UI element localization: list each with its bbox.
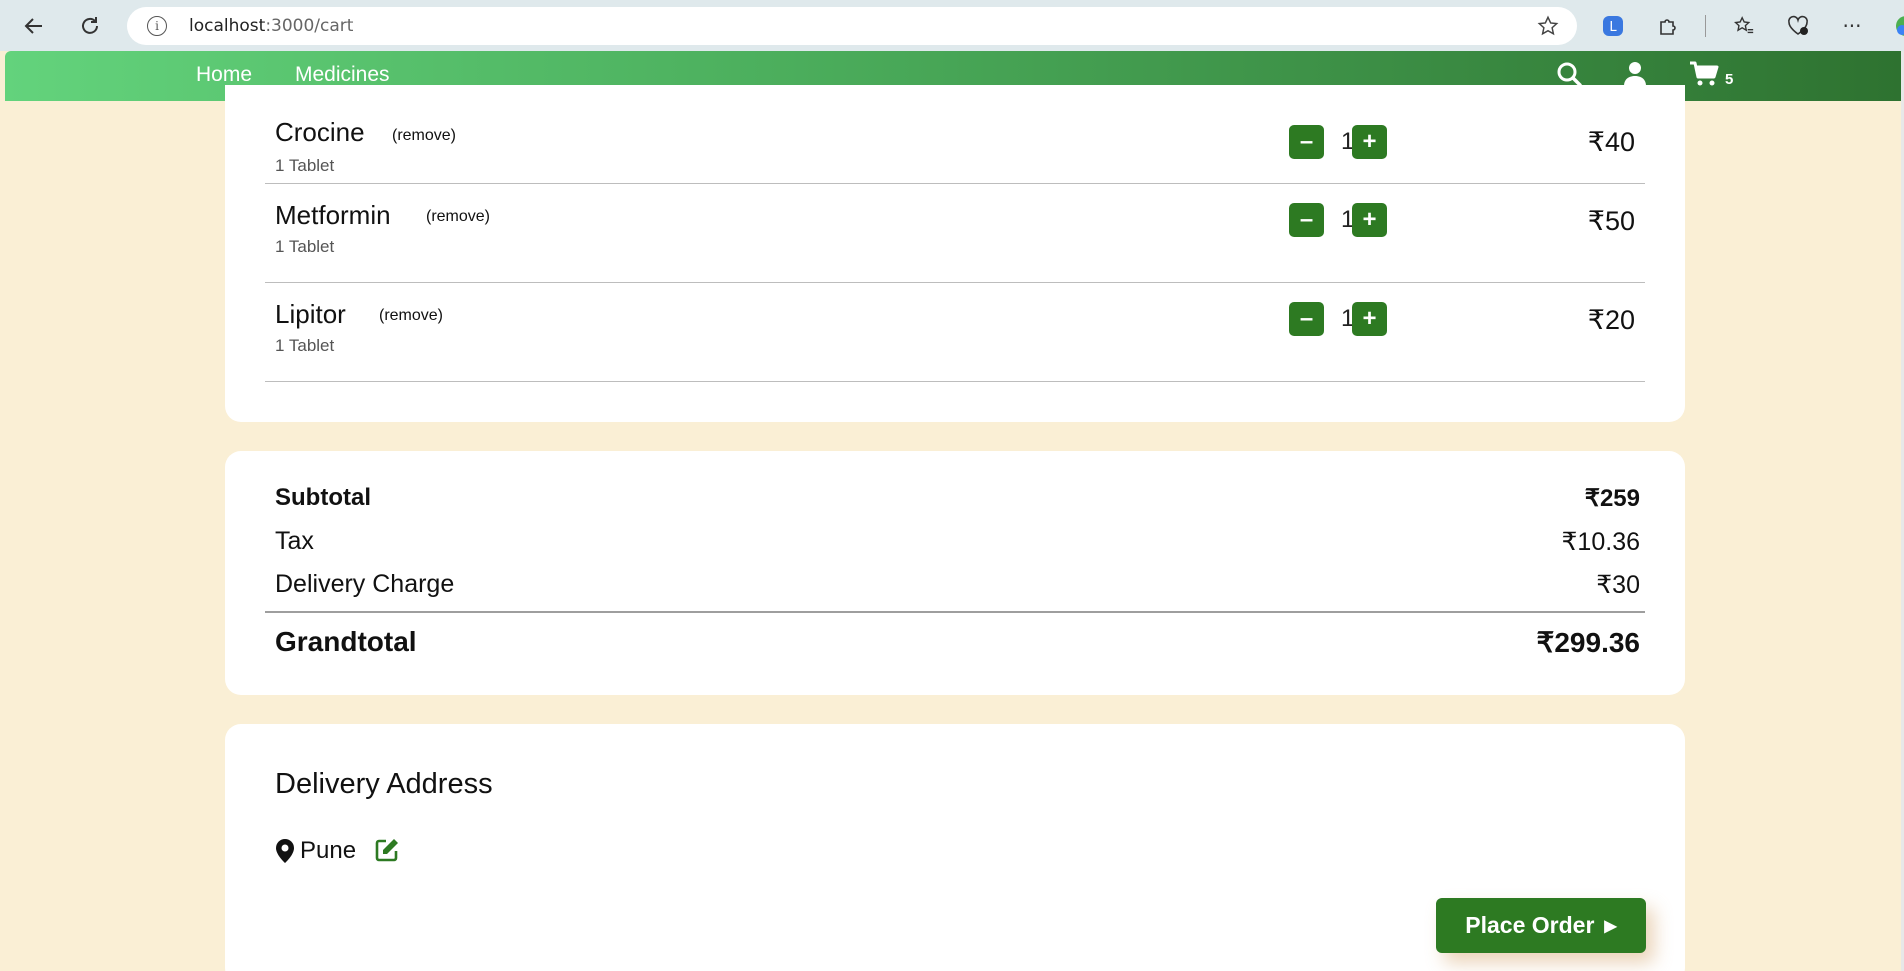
toolbar-separator	[1705, 15, 1706, 37]
url-host: localhost	[189, 16, 266, 36]
cart-item-row: Crocine (remove) 1 Tablet – 1 + ₹40	[265, 85, 1645, 184]
extensions-icon[interactable]	[1651, 11, 1683, 41]
arrow-left-icon	[24, 18, 42, 34]
delivery-charge-value: ₹30	[1596, 571, 1640, 599]
url-text: localhost:3000/cart	[189, 16, 353, 36]
more-options-icon[interactable]: ···	[1836, 11, 1868, 41]
subtotal-value: ₹259	[1584, 485, 1640, 512]
place-order-label: Place Order	[1465, 912, 1595, 938]
place-order-button[interactable]: Place Order ▶	[1436, 898, 1646, 953]
url-path: :3000/cart	[265, 16, 354, 36]
cart-item-row: Lipitor (remove) 1 Tablet – 1 + ₹20	[265, 283, 1645, 382]
browser-toolbar: i localhost:3000/cart L ···	[0, 0, 1904, 51]
nav-home-link[interactable]: Home	[196, 63, 252, 87]
summary-divider	[265, 611, 1645, 613]
browser-essentials-icon[interactable]	[1782, 11, 1814, 41]
decrease-qty-button[interactable]: –	[1289, 125, 1324, 159]
increase-qty-button[interactable]: +	[1352, 125, 1387, 159]
item-price: ₹20	[1587, 305, 1635, 335]
item-unit: 1 Tablet	[275, 336, 335, 355]
increase-qty-button[interactable]: +	[1352, 203, 1387, 237]
subtotal-label: Subtotal	[275, 484, 371, 511]
caret-right-icon: ▶	[1604, 917, 1617, 935]
favorite-star-icon[interactable]	[1537, 15, 1559, 41]
item-unit: 1 Tablet	[275, 156, 335, 175]
cart-items-card: Crocine (remove) 1 Tablet – 1 + ₹40 Metf…	[225, 85, 1685, 422]
password-manager-icon[interactable]: L	[1597, 11, 1629, 41]
reload-button[interactable]	[74, 10, 106, 42]
nav-medicines-link[interactable]: Medicines	[295, 63, 390, 87]
svg-text:L: L	[1609, 20, 1617, 35]
item-name: Crocine	[275, 117, 365, 147]
delivery-charge-label: Delivery Charge	[275, 570, 455, 598]
item-name: Lipitor	[275, 299, 346, 329]
delivery-city: Pune	[300, 837, 357, 864]
order-summary-card: Subtotal ₹259 Tax ₹10.36 Delivery Charge…	[225, 451, 1685, 695]
map-pin-icon	[275, 838, 295, 868]
reload-icon	[82, 17, 98, 34]
copilot-icon[interactable]	[1890, 11, 1904, 41]
remove-item-link[interactable]: (remove)	[392, 127, 456, 145]
item-price: ₹50	[1587, 206, 1635, 236]
back-button[interactable]	[18, 10, 50, 42]
tax-value: ₹10.36	[1561, 528, 1640, 556]
cart-item-row: Metformin (remove) 1 Tablet – 1 + ₹50	[265, 184, 1645, 283]
remove-item-link[interactable]: (remove)	[379, 307, 443, 325]
edit-address-icon[interactable]	[374, 837, 400, 867]
site-info-icon[interactable]: i	[147, 16, 167, 36]
decrease-qty-button[interactable]: –	[1289, 302, 1324, 336]
increase-qty-button[interactable]: +	[1352, 302, 1387, 336]
item-unit: 1 Tablet	[275, 237, 335, 256]
grandtotal-label: Grandtotal	[275, 626, 417, 657]
favorites-icon[interactable]	[1728, 11, 1760, 41]
tax-label: Tax	[275, 527, 314, 555]
decrease-qty-button[interactable]: –	[1289, 203, 1324, 237]
delivery-address-title: Delivery Address	[275, 768, 493, 800]
item-name: Metformin	[275, 200, 391, 230]
remove-item-link[interactable]: (remove)	[426, 208, 490, 226]
cart-count-badge: 5	[1725, 71, 1734, 88]
delivery-address-card: Delivery Address Pune Place Order ▶	[225, 724, 1685, 971]
cart-icon[interactable]	[1689, 61, 1719, 91]
address-bar[interactable]: i localhost:3000/cart	[127, 7, 1577, 45]
item-price: ₹40	[1587, 127, 1635, 157]
grandtotal-value: ₹299.36	[1536, 627, 1640, 658]
